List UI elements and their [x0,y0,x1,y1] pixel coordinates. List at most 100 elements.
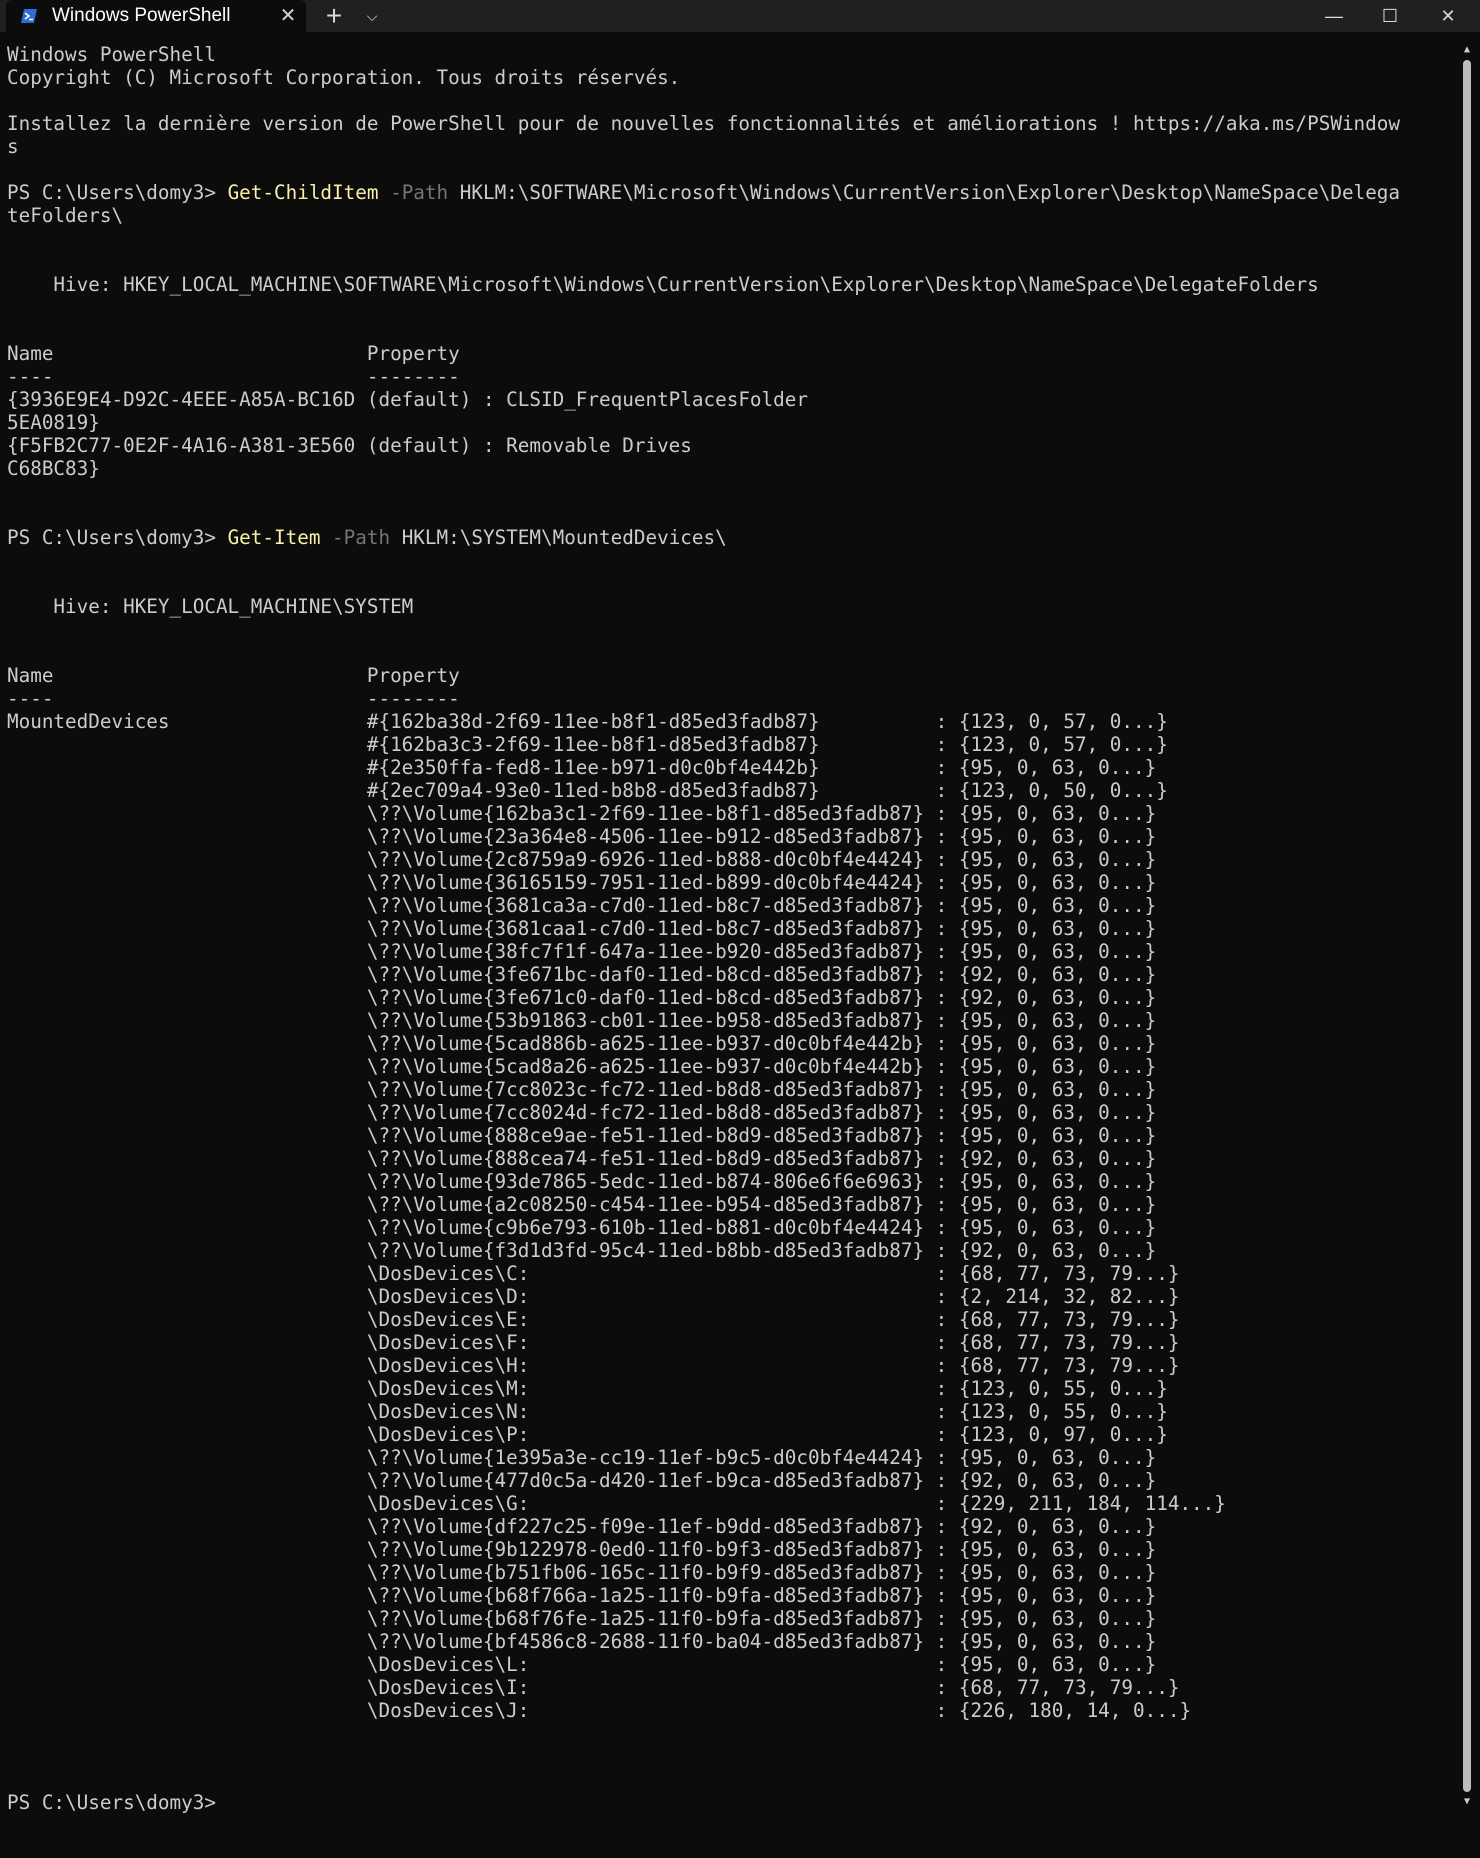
terminal-line: s [7,135,19,158]
terminal-line: \??\Volume{888ce9ae-fe51-11ed-b8d9-d85ed… [7,1124,1157,1147]
terminal-line: teFolders\ [7,204,124,227]
terminal-line: \??\Volume{477d0c5a-d420-11ef-b9ca-d85ed… [7,1469,1157,1492]
terminal-line: Copyright (C) Microsoft Corporation. Tou… [7,66,681,89]
terminal-line: ---- -------- [7,687,460,710]
terminal-line: \DosDevices\D: : {2, 214, 32, 82...} [7,1285,1180,1308]
parameter: -Path [320,526,391,549]
command-line-get-childitem: PS C:\Users\domy3> Get-ChildItem -Path H… [7,181,1452,204]
tab-windows-powershell[interactable]: Windows PowerShell ✕ [6,0,306,32]
terminal-line: \??\Volume{2c8759a9-6926-11ed-b888-d0c0b… [7,848,1157,871]
terminal-line: MountedDevices #{162ba38d-2f69-11ee-b8f1… [7,710,1168,733]
terminal-line: \??\Volume{7cc8023c-fc72-11ed-b8d8-d85ed… [7,1078,1157,1101]
terminal-line: \??\Volume{3fe671bc-daf0-11ed-b8cd-d85ed… [7,963,1157,986]
terminal-line: \??\Volume{f3d1d3fd-95c4-11ed-b8bb-d85ed… [7,1239,1157,1262]
powershell-icon [21,9,37,23]
scrollbar-thumb[interactable] [1463,60,1471,1792]
terminal-line: \DosDevices\H: : {68, 77, 73, 79...} [7,1354,1180,1377]
terminal-line: \DosDevices\G: : {229, 211, 184, 114...} [7,1492,1226,1515]
terminal-line: \DosDevices\F: : {68, 77, 73, 79...} [7,1331,1180,1354]
maximize-button[interactable]: ☐ [1362,0,1418,32]
terminal-line: \DosDevices\E: : {68, 77, 73, 79...} [7,1308,1180,1331]
terminal-line: Name Property [7,664,460,687]
terminal-line: \??\Volume{a2c08250-c454-11ee-b954-d85ed… [7,1193,1157,1216]
command-line-get-item: PS C:\Users\domy3> Get-Item -Path HKLM:\… [7,526,1452,549]
terminal-line: C68BC83} [7,457,100,480]
title-bar: Windows PowerShell ✕ + ⌵ — ☐ ✕ [0,0,1480,32]
terminal-line: Windows PowerShell [7,43,216,66]
cmdlet: Get-Item [227,526,321,549]
terminal-line: \??\Volume{162ba3c1-2f69-11ee-b8f1-d85ed… [7,802,1157,825]
terminal-line: \DosDevices\J: : {226, 180, 14, 0...} [7,1699,1192,1722]
terminal-line: #{2e350ffa-fed8-11ee-b971-d0c0bf4e442b} … [7,756,1157,779]
terminal-line: \??\Volume{b68f76fe-1a25-11f0-b9fa-d85ed… [7,1607,1157,1630]
terminal-line: {F5FB2C77-0E2F-4A16-A381-3E560 (default)… [7,434,692,457]
tab-title: Windows PowerShell [52,5,231,26]
parameter: -Path [378,181,449,204]
scroll-up-icon[interactable]: ▲ [1461,44,1473,56]
terminal-line: \DosDevices\N: : {123, 0, 55, 0...} [7,1400,1168,1423]
scroll-down-icon[interactable]: ▼ [1461,1796,1473,1808]
terminal-line: \DosDevices\I: : {68, 77, 73, 79...} [7,1676,1180,1699]
terminal-line: \DosDevices\P: : {123, 0, 97, 0...} [7,1423,1168,1446]
terminal-line: \DosDevices\M: : {123, 0, 55, 0...} [7,1377,1168,1400]
terminal-line: Name Property [7,342,460,365]
terminal-line: \??\Volume{7cc8024d-fc72-11ed-b8d8-d85ed… [7,1101,1157,1124]
terminal-output[interactable]: Windows PowerShell Copyright (C) Microsof… [7,43,1452,1843]
scrollbar[interactable]: ▲ ▼ [1460,44,1474,1808]
terminal-line: \DosDevices\L: : {95, 0, 63, 0...} [7,1653,1157,1676]
terminal-line: #{162ba3c3-2f69-11ee-b8f1-d85ed3fadb87} … [7,733,1168,756]
terminal-line: \??\Volume{9b122978-0ed0-11f0-b9f3-d85ed… [7,1538,1157,1561]
terminal-line: Installez la dernière version de PowerSh… [7,112,1400,135]
terminal-line: \??\Volume{888cea74-fe51-11ed-b8d9-d85ed… [7,1147,1157,1170]
terminal-line: \??\Volume{bf4586c8-2688-11f0-ba04-d85ed… [7,1630,1157,1653]
terminal-line: \??\Volume{b751fb06-165c-11f0-b9f9-d85ed… [7,1561,1157,1584]
prompt: PS C:\Users\domy3> [7,181,228,204]
terminal-line: \??\Volume{df227c25-f09e-11ef-b9dd-d85ed… [7,1515,1157,1538]
cmdlet: Get-ChildItem [227,181,379,204]
current-prompt[interactable]: PS C:\Users\domy3> [7,1791,1452,1814]
terminal-line: \??\Volume{93de7865-5edc-11ed-b874-806e6… [7,1170,1157,1193]
tab-close-icon[interactable]: ✕ [276,4,300,28]
terminal-line: \??\Volume{1e395a3e-cc19-11ef-b9c5-d0c0b… [7,1446,1157,1469]
terminal-line: #{2ec709a4-93e0-11ed-b8b8-d85ed3fadb87} … [7,779,1168,802]
terminal-line: \??\Volume{53b91863-cb01-11ee-b958-d85ed… [7,1009,1157,1032]
close-button[interactable]: ✕ [1420,0,1476,32]
terminal-line: \??\Volume{23a364e8-4506-11ee-b912-d85ed… [7,825,1157,848]
terminal-line: Hive: HKEY_LOCAL_MACHINE\SOFTWARE\Micros… [7,273,1319,296]
argument: HKLM:\SOFTWARE\Microsoft\Windows\Current… [448,181,1401,204]
terminal-line: {3936E9E4-D92C-4EEE-A85A-BC16D (default)… [7,388,808,411]
terminal-line: Hive: HKEY_LOCAL_MACHINE\SYSTEM [7,595,414,618]
prompt: PS C:\Users\domy3> [7,526,228,549]
terminal-line: \??\Volume{38fc7f1f-647a-11ee-b920-d85ed… [7,940,1157,963]
new-tab-button[interactable]: + [318,0,350,32]
terminal-line: 5EA0819} [7,411,100,434]
argument: HKLM:\SYSTEM\MountedDevices\ [390,526,727,549]
terminal-line: \??\Volume{3681caa1-c7d0-11ed-b8c7-d85ed… [7,917,1157,940]
terminal-line: ---- -------- [7,365,460,388]
terminal-line: \??\Volume{3681ca3a-c7d0-11ed-b8c7-d85ed… [7,894,1157,917]
minimize-button[interactable]: — [1306,0,1362,32]
terminal-line: \??\Volume{b68f766a-1a25-11f0-b9fa-d85ed… [7,1584,1157,1607]
terminal-line: \??\Volume{36165159-7951-11ed-b899-d0c0b… [7,871,1157,894]
terminal-line: \??\Volume{5cad8a26-a625-11ee-b937-d0c0b… [7,1055,1157,1078]
terminal-line: \DosDevices\C: : {68, 77, 73, 79...} [7,1262,1180,1285]
terminal-line: \??\Volume{3fe671c0-daf0-11ed-b8cd-d85ed… [7,986,1157,1009]
terminal-line: \??\Volume{5cad886b-a625-11ee-b937-d0c0b… [7,1032,1157,1055]
chevron-down-icon[interactable]: ⌵ [358,0,386,32]
terminal-line: \??\Volume{c9b6e793-610b-11ed-b881-d0c0b… [7,1216,1157,1239]
